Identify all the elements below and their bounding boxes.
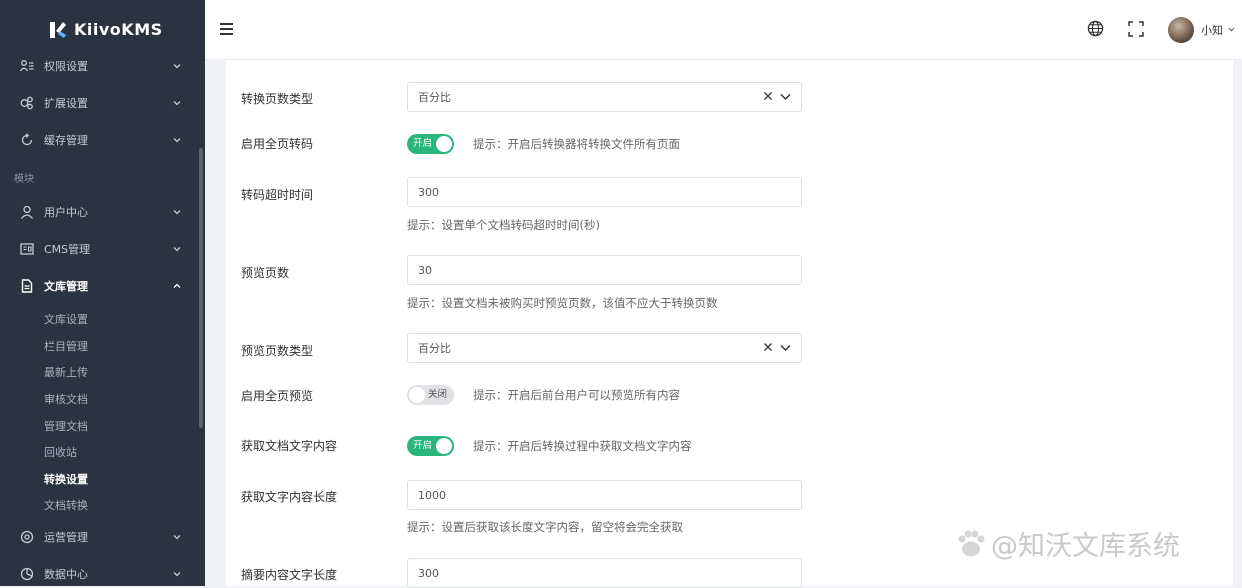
watermark-text: @知沃文库系统 [991, 531, 1180, 562]
sidebar-item-operation[interactable]: 运营管理 [0, 518, 200, 555]
input-value: 300 [418, 185, 439, 199]
refresh-icon [20, 132, 34, 147]
form-label: 启用全页转码 [241, 137, 314, 151]
hint-text: 提示：设置后获取该长度文字内容，留空将会完全获取 [407, 520, 683, 534]
sidebar-subitem[interactable]: 回收站 [44, 444, 77, 460]
form-label: 预览页数 [241, 266, 290, 280]
chevron-down-icon[interactable] [780, 93, 791, 101]
logo-icon [50, 22, 66, 38]
preview-pages-input[interactable]: 30 [407, 255, 802, 285]
sidebar-subitem[interactable]: 文档转换 [44, 497, 88, 513]
toggle-label: 关闭 [428, 389, 448, 400]
sidebar-item-label: 数据中心 [44, 567, 88, 581]
watermark: @知沃文库系统 [955, 520, 1225, 564]
sidebar-item-label: 缓存管理 [44, 133, 88, 147]
sidebar-item-permission[interactable]: 权限设置 [0, 47, 200, 84]
sidebar-scrollbar[interactable] [199, 148, 203, 428]
sidebar-item-cms[interactable]: CMS管理 [0, 230, 200, 267]
chevron-down-icon [173, 534, 181, 539]
full-convert-toggle[interactable]: 开启 [407, 134, 454, 154]
users-settings-icon [20, 59, 34, 73]
sidebar-item-extension[interactable]: 扩展设置 [0, 84, 200, 121]
avatar[interactable] [1168, 17, 1194, 43]
chevron-up-icon [173, 283, 181, 288]
paw-logo-icon [958, 530, 985, 557]
form-label: 预览页数类型 [241, 344, 314, 358]
toggle-knob [436, 438, 452, 454]
sidebar-item-data-center[interactable]: 数据中心 [0, 555, 200, 586]
toggle-knob [409, 387, 425, 403]
sidebar-item-cache[interactable]: 缓存管理 [0, 121, 200, 158]
form-label: 转码超时时间 [241, 188, 314, 202]
input-value: 1000 [418, 488, 446, 502]
hint-text: 提示：设置单个文档转码超时时间(秒) [407, 218, 600, 232]
form-label: 摘要内容文字长度 [241, 568, 338, 582]
toggle-label: 开启 [413, 138, 433, 149]
preview-pages-type-select[interactable]: 百分比 [407, 333, 802, 363]
sidebar-section-title: 模块 [14, 174, 34, 185]
fetch-text-toggle[interactable]: 开启 [407, 436, 454, 456]
form-label: 启用全页预览 [241, 389, 314, 403]
chevron-down-icon [173, 100, 181, 105]
user-icon [20, 205, 34, 219]
top-header: 小知 [205, 0, 1242, 60]
select-value: 百分比 [418, 342, 451, 355]
sidebar-subitem-active[interactable]: 转换设置 [44, 471, 88, 487]
toggle-label: 开启 [413, 440, 433, 451]
data-icon [20, 567, 34, 581]
form-label: 转换页数类型 [241, 92, 314, 106]
username[interactable]: 小知 [1201, 22, 1223, 38]
sidebar-subitem[interactable]: 管理文档 [44, 418, 88, 434]
sidebar-item-label: 运营管理 [44, 530, 88, 544]
chevron-down-icon [173, 137, 181, 142]
globe-icon[interactable] [1087, 20, 1104, 37]
sidebar-item-label: 扩展设置 [44, 96, 88, 110]
chevron-down-icon [173, 209, 181, 214]
sidebar-item-label: 用户中心 [44, 205, 88, 219]
brand-name: KiivoKMS [74, 20, 163, 39]
sidebar-item-library[interactable]: 文库管理 [0, 267, 200, 304]
sidebar-subitem[interactable]: 审核文档 [44, 391, 88, 407]
cms-icon [20, 242, 34, 256]
text-length-input[interactable]: 1000 [407, 480, 802, 510]
fullscreen-icon[interactable] [1128, 21, 1144, 37]
chevron-down-icon[interactable] [1228, 26, 1235, 33]
input-value: 30 [418, 263, 432, 277]
form-label: 获取文档文字内容 [241, 439, 338, 453]
clear-icon[interactable] [763, 91, 773, 101]
summary-length-input[interactable]: 300 [407, 558, 802, 588]
sidebar-item-user-center[interactable]: 用户中心 [0, 193, 200, 230]
convert-pages-type-select[interactable]: 百分比 [407, 82, 802, 112]
sidebar-item-label: 文库管理 [44, 279, 88, 293]
sidebar-subitem[interactable]: 栏目管理 [44, 338, 88, 354]
operation-icon [20, 530, 34, 544]
hamburger-icon[interactable] [220, 23, 233, 35]
sidebar-item-label: CMS管理 [44, 242, 91, 256]
sidebar: KiivoKMS 权限设置 扩展设置 缓存管理 模块 用户中心 CMS管理 文库… [0, 0, 205, 586]
chevron-down-icon [173, 63, 181, 68]
chevron-down-icon[interactable] [780, 344, 791, 352]
select-value: 百分比 [418, 91, 451, 104]
extension-icon [20, 96, 34, 110]
form-label: 获取文字内容长度 [241, 490, 338, 504]
sidebar-subitem[interactable]: 最新上传 [44, 364, 88, 380]
chevron-down-icon [173, 246, 181, 251]
input-value: 300 [418, 566, 439, 580]
document-icon [20, 278, 34, 293]
toggle-knob [436, 136, 452, 152]
clear-icon[interactable] [763, 342, 773, 352]
hint-text: 提示：开启后转换器将转换文件所有页面 [473, 137, 680, 151]
sidebar-subitem[interactable]: 文库设置 [44, 311, 88, 327]
hint-text: 提示：开启后前台用户可以预览所有内容 [473, 388, 680, 402]
hint-text: 提示：开启后转换过程中获取文档文字内容 [473, 439, 692, 453]
convert-timeout-input[interactable]: 300 [407, 177, 802, 207]
full-preview-toggle[interactable]: 关闭 [407, 385, 454, 405]
hint-text: 提示：设置文档未被购买时预览页数，该值不应大于转换页数 [407, 296, 718, 310]
sidebar-item-label: 权限设置 [44, 59, 88, 73]
chevron-down-icon [173, 571, 181, 576]
